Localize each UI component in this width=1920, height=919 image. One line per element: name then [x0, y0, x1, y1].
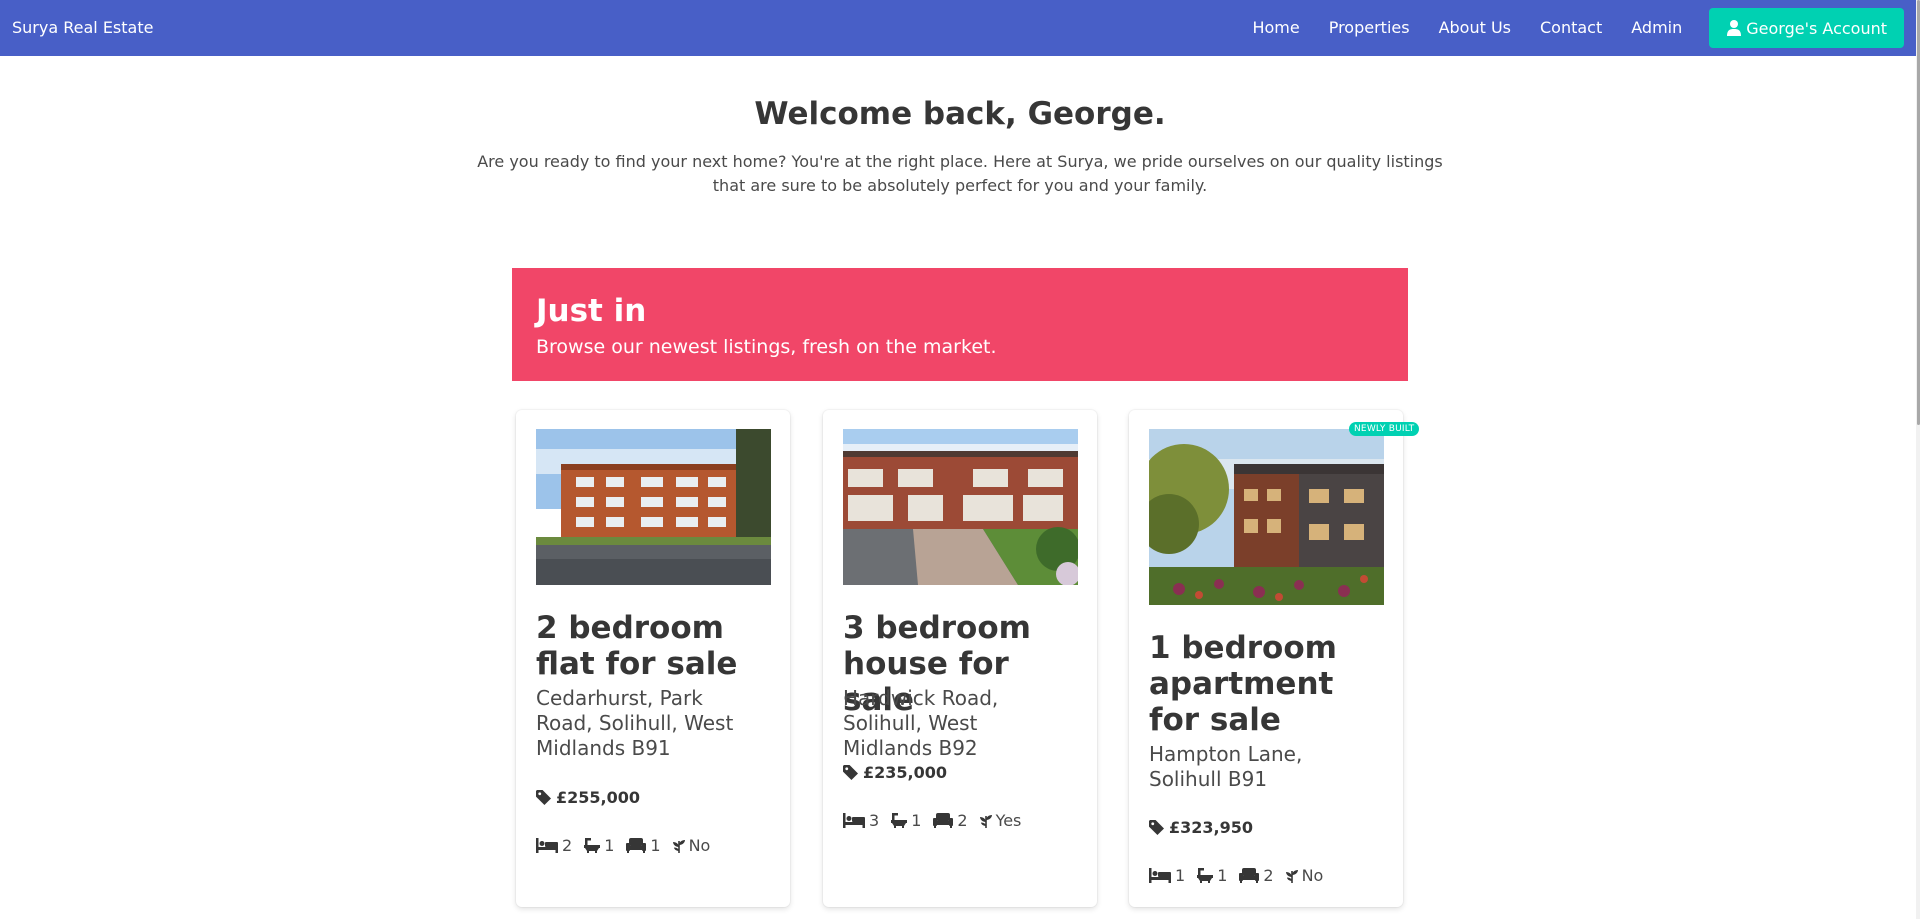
- account-button[interactable]: George's Account: [1709, 8, 1904, 48]
- account-button-label: George's Account: [1746, 18, 1887, 38]
- listing-title[interactable]: 2 bedroom flat for sale: [536, 610, 776, 682]
- listing-features: 3 1 2 Yes: [843, 811, 1033, 830]
- user-icon: [1727, 20, 1742, 36]
- bedrooms-feature: 3: [843, 811, 879, 830]
- plant-icon: [979, 815, 992, 828]
- listing-card[interactable]: 3 bedroom house for sale Hardwick Road, …: [823, 410, 1097, 907]
- banner-subtitle: Browse our newest listings, fresh on the…: [536, 336, 997, 358]
- banner-title: Just in: [536, 293, 647, 329]
- bedrooms-feature: 2: [536, 836, 572, 855]
- bath-icon: [584, 838, 601, 853]
- top-navbar: Surya Real Estate Home Properties About …: [0, 0, 1916, 56]
- listing-price: £235,000: [843, 763, 947, 782]
- couch-icon: [1239, 868, 1260, 883]
- garden-value: Yes: [995, 811, 1022, 830]
- brand-logo-text[interactable]: Surya Real Estate: [12, 0, 153, 56]
- just-in-banner: Just in Browse our newest listings, fres…: [512, 268, 1408, 381]
- bathrooms-count: 1: [604, 836, 615, 855]
- bedrooms-count: 3: [869, 811, 880, 830]
- welcome-subtitle: Are you ready to find your next home? Yo…: [477, 152, 1443, 195]
- listing-address: Hardwick Road, Solihull, West Midlands B…: [843, 686, 999, 760]
- nav-link-about-us[interactable]: About Us: [1439, 0, 1511, 56]
- bathrooms-count: 1: [1217, 866, 1228, 885]
- listing-price-value: £255,000: [556, 788, 641, 807]
- receptions-count: 2: [957, 811, 968, 830]
- listing-price-value: £235,000: [863, 763, 948, 782]
- receptions-feature: 2: [933, 811, 968, 830]
- listing-features: 1 1 2 No: [1149, 866, 1335, 885]
- plant-icon: [1285, 870, 1298, 883]
- couch-icon: [933, 813, 954, 828]
- nav-link-properties[interactable]: Properties: [1329, 0, 1410, 56]
- bedrooms-feature: 1: [1149, 866, 1185, 885]
- listing-price-value: £323,950: [1169, 818, 1254, 837]
- bathrooms-feature: 1: [1197, 866, 1227, 885]
- bed-icon: [843, 813, 865, 828]
- nav-link-home[interactable]: Home: [1252, 0, 1299, 56]
- listing-photo[interactable]: [536, 429, 771, 585]
- listing-address: Hampton Lane, Solihull B91: [1149, 742, 1303, 791]
- welcome-heading: Welcome back, George.: [754, 96, 1166, 132]
- garden-value: No: [1301, 866, 1324, 885]
- listing-price: £323,950: [1149, 818, 1253, 837]
- garden-value: No: [688, 836, 711, 855]
- bathrooms-count: 1: [911, 811, 922, 830]
- nav-link-admin[interactable]: Admin: [1631, 0, 1682, 56]
- receptions-count: 1: [650, 836, 661, 855]
- bath-icon: [891, 813, 908, 828]
- tag-icon: [1149, 820, 1164, 835]
- tag-icon: [536, 790, 551, 805]
- listing-photo[interactable]: [1149, 429, 1384, 605]
- receptions-feature: 2: [1239, 866, 1274, 885]
- listing-price: £255,000: [536, 788, 640, 807]
- bathrooms-feature: 1: [891, 811, 921, 830]
- bed-icon: [536, 838, 558, 853]
- garden-feature: No: [672, 836, 711, 855]
- nav-links: Home Properties About Us Contact Admin G…: [1223, 0, 1904, 56]
- listing-card[interactable]: NEWLY BUILT 1 bedroom apartment for sale…: [1129, 410, 1420, 907]
- listing-photo[interactable]: [843, 429, 1078, 585]
- listing-features: 2 1 1 No: [536, 836, 722, 855]
- bedrooms-count: 2: [562, 836, 573, 855]
- newly-built-badge: NEWLY BUILT: [1349, 422, 1420, 436]
- listing-address: Cedarhurst, Park Road, Solihull, West Mi…: [536, 686, 734, 760]
- garden-feature: No: [1285, 866, 1324, 885]
- plant-icon: [672, 840, 685, 853]
- listing-title[interactable]: 1 bedroom apartment for sale: [1149, 630, 1389, 738]
- bath-icon: [1197, 868, 1214, 883]
- garden-feature: Yes: [979, 811, 1022, 830]
- receptions-count: 2: [1263, 866, 1274, 885]
- receptions-feature: 1: [626, 836, 661, 855]
- tag-icon: [843, 765, 858, 780]
- nav-link-contact[interactable]: Contact: [1540, 0, 1602, 56]
- couch-icon: [626, 838, 647, 853]
- bathrooms-feature: 1: [584, 836, 614, 855]
- bedrooms-count: 1: [1175, 866, 1186, 885]
- listing-card[interactable]: 2 bedroom flat for sale Cedarhurst, Park…: [516, 410, 790, 907]
- bed-icon: [1149, 868, 1171, 883]
